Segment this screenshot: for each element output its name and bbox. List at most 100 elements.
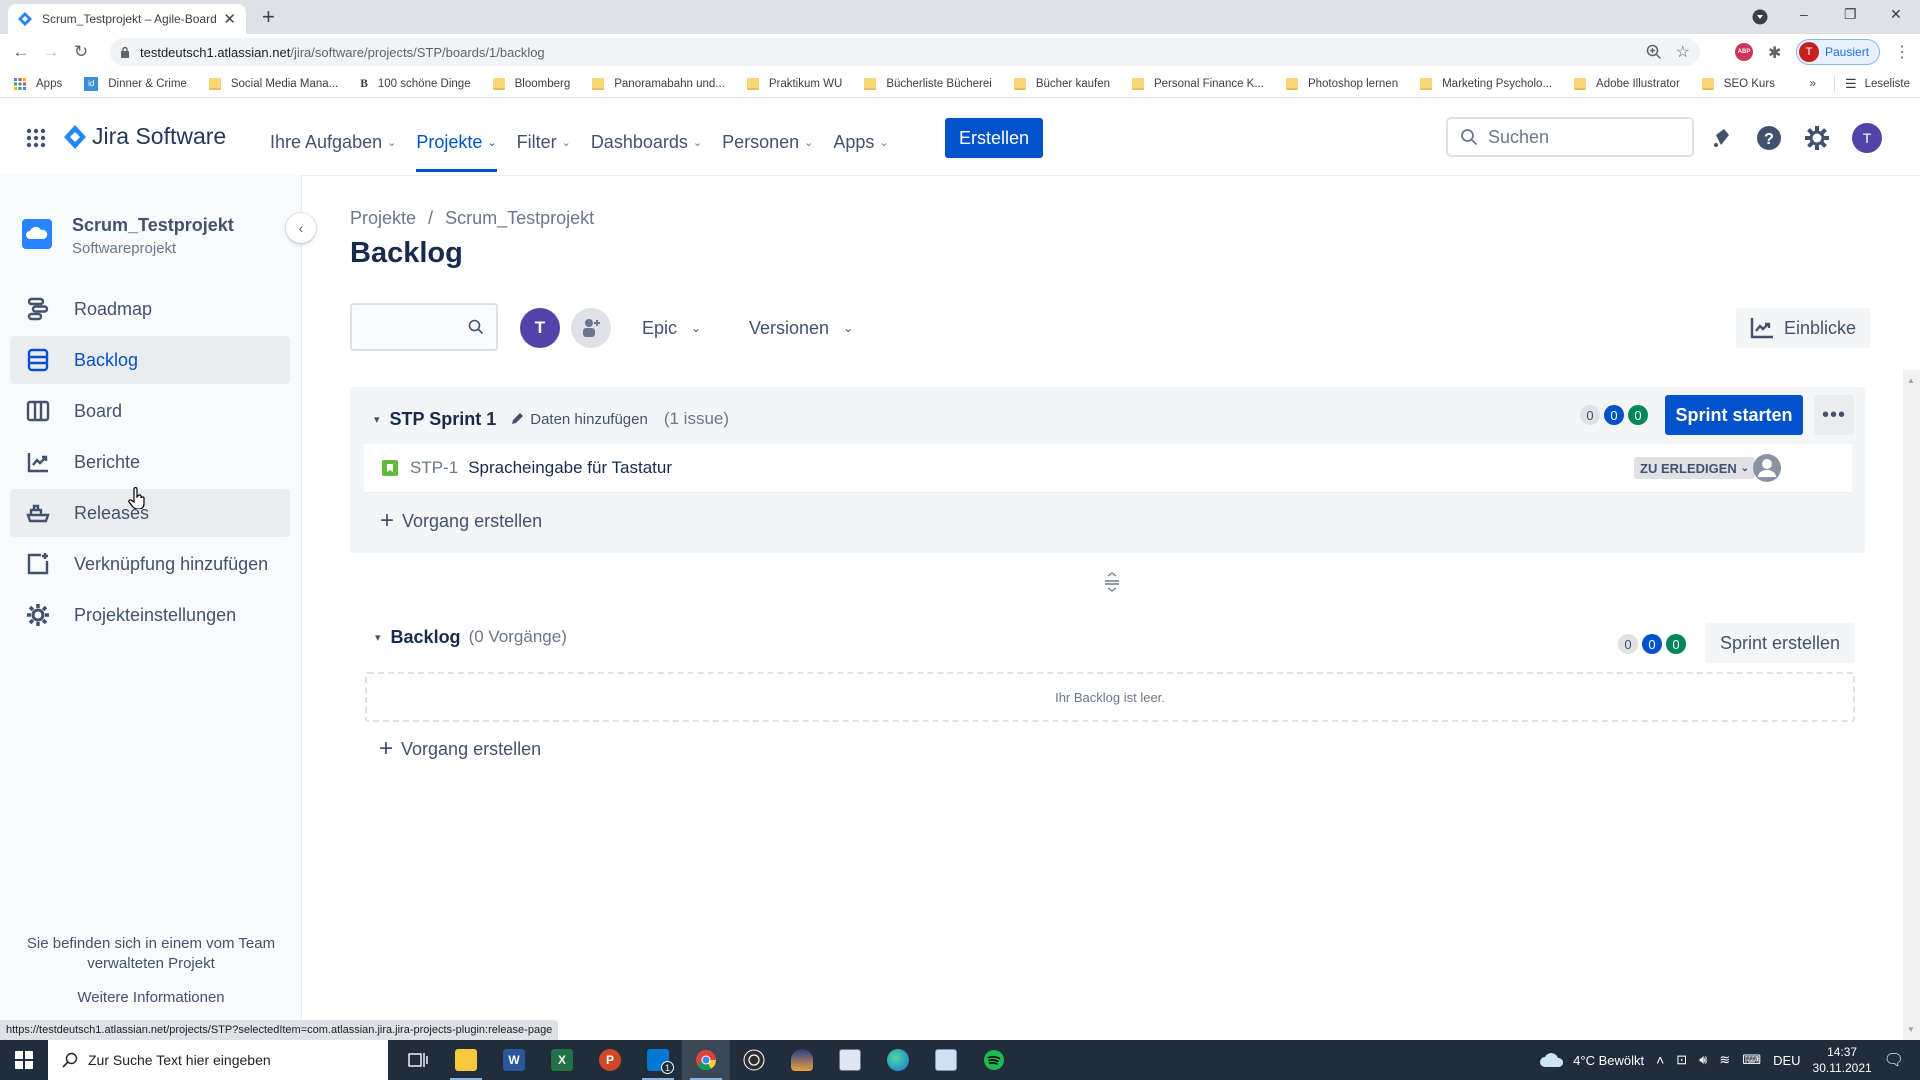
forward-button[interactable]: →	[36, 42, 66, 62]
extensions-puzzle-icon[interactable]: ✱	[1768, 43, 1781, 63]
more-info-link[interactable]: Weitere Informationen	[0, 988, 302, 1008]
sidebar-item-project-settings[interactable]: Projekteinstellungen	[10, 591, 290, 639]
start-sprint-button[interactable]: Sprint starten	[1665, 395, 1803, 435]
add-people-button[interactable]	[571, 308, 611, 348]
taskbar-chrome[interactable]	[682, 1040, 730, 1080]
reload-button[interactable]: ↻	[66, 42, 96, 62]
bookmarks-overflow-button[interactable]: »	[1810, 78, 1816, 90]
taskbar-obs[interactable]	[730, 1040, 778, 1080]
bookmark-folder[interactable]: Bücherliste Bücherei	[864, 77, 992, 90]
task-view-button[interactable]	[394, 1040, 442, 1080]
bookmark-folder[interactable]: SEO Kurs	[1701, 77, 1775, 90]
profile-button[interactable]: T Pausiert	[1796, 39, 1880, 65]
taskbar-word[interactable]: W	[490, 1040, 538, 1080]
page-scrollbar[interactable]: ▲ ▼	[1903, 370, 1920, 1040]
bookmark-folder[interactable]: Panoramabahn und...	[592, 77, 725, 90]
browser-tab[interactable]: Scrum_Testprojekt – Agile-Board ✕	[8, 4, 246, 34]
zoom-icon[interactable]	[1646, 44, 1662, 60]
sidebar-item-releases[interactable]: Releases	[10, 489, 290, 537]
taskbar-app[interactable]	[922, 1040, 970, 1080]
keyboard-icon[interactable]: ⌨	[1742, 1052, 1761, 1068]
backlog-search-input[interactable]	[350, 303, 498, 351]
nav-apps[interactable]: Apps ⌄	[833, 124, 888, 160]
scroll-down-arrow-icon[interactable]: ▼	[1907, 1025, 1915, 1034]
new-tab-button[interactable]: +	[262, 6, 275, 28]
bookmark-folder[interactable]: Bloomberg	[492, 77, 570, 90]
close-window-button[interactable]: ✕	[1890, 6, 1902, 23]
wifi-icon[interactable]: ≋	[1719, 1052, 1730, 1068]
jira-logo[interactable]: Jira Software	[64, 123, 226, 150]
create-issue-sprint-button[interactable]: + Vorgang erstellen	[380, 507, 542, 535]
issue-row[interactable]: STP-1 Spracheingabe für Tastatur ZU ERLE…	[364, 444, 1852, 493]
sidebar-item-backlog[interactable]: Backlog	[10, 336, 290, 384]
sidebar-item-add-shortcut[interactable]: Verknüpfung hinzufügen	[10, 540, 290, 588]
help-icon[interactable]: ?	[1756, 125, 1782, 151]
taskbar-excel[interactable]: X	[538, 1040, 586, 1080]
add-dates-button[interactable]: Daten hinzufügen	[510, 411, 648, 428]
assignee-filter-avatar[interactable]: T	[520, 308, 560, 348]
taskbar-mail[interactable]: 1	[634, 1040, 682, 1080]
collapse-backlog-chevron-icon[interactable]: ▾	[375, 631, 381, 644]
taskbar-powerpoint[interactable]: P	[586, 1040, 634, 1080]
show-hidden-icons-button[interactable]: ˄	[1656, 1052, 1664, 1068]
chrome-menu-icon[interactable]: ⋮	[1894, 42, 1910, 62]
insights-button[interactable]: Einblicke	[1736, 308, 1870, 348]
volume-icon[interactable]: 🔊︎	[1699, 1052, 1707, 1068]
issue-status-dropdown[interactable]: ZU ERLEDIGEN ⌄	[1634, 457, 1756, 479]
bookmark-folder[interactable]: Photoshop lernen	[1285, 77, 1398, 90]
sidebar-item-roadmap[interactable]: Roadmap	[10, 285, 290, 333]
create-issue-backlog-button[interactable]: + Vorgang erstellen	[379, 735, 541, 763]
epic-filter-dropdown[interactable]: Epic ⌄	[642, 311, 701, 345]
sprint-more-actions-button[interactable]: •••	[1814, 395, 1854, 435]
issue-key[interactable]: STP-1	[410, 458, 458, 478]
camera-icon[interactable]: ⊡	[1676, 1052, 1687, 1068]
bookmark-100-dinge[interactable]: B 100 schöne Dinge	[360, 78, 470, 90]
create-sprint-button[interactable]: Sprint erstellen	[1705, 623, 1855, 663]
bookmark-star-icon[interactable]: ☆	[1676, 42, 1690, 62]
nav-personen[interactable]: Personen ⌄	[722, 124, 813, 160]
create-button[interactable]: Erstellen	[945, 118, 1043, 158]
bookmark-folder[interactable]: Bücher kaufen	[1013, 77, 1110, 90]
collapse-sidebar-button[interactable]: ‹	[286, 213, 316, 243]
user-avatar[interactable]: T	[1852, 123, 1882, 153]
resize-handle-icon[interactable]	[1103, 571, 1121, 593]
app-switcher-icon[interactable]	[26, 128, 46, 148]
tab-close-icon[interactable]: ✕	[223, 10, 236, 28]
bookmark-apps[interactable]: Apps	[14, 77, 62, 90]
settings-gear-icon[interactable]	[1804, 125, 1830, 151]
sidebar-item-berichte[interactable]: Berichte	[10, 438, 290, 486]
sidebar-item-board[interactable]: Board	[10, 387, 290, 435]
restore-button[interactable]: ❐	[1844, 6, 1857, 23]
versions-filter-dropdown[interactable]: Versionen ⌄	[749, 311, 853, 345]
taskbar-app[interactable]	[778, 1040, 826, 1080]
bookmark-folder[interactable]: Personal Finance K...	[1131, 77, 1264, 90]
breadcrumb-project[interactable]: Scrum_Testprojekt	[445, 208, 594, 228]
bookmark-folder[interactable]: Marketing Psycholo...	[1420, 77, 1552, 90]
bookmark-folder[interactable]: Adobe Illustrator	[1574, 77, 1680, 90]
bookmark-dinner-crime[interactable]: id Dinner & Crime	[84, 76, 187, 91]
nav-ihre-aufgaben[interactable]: Ihre Aufgaben ⌄	[270, 124, 396, 160]
unassigned-avatar-icon[interactable]	[1752, 453, 1782, 483]
taskbar-file-explorer[interactable]	[442, 1040, 490, 1080]
profile-menu-icon[interactable]	[1752, 9, 1768, 25]
reading-list-button[interactable]: Leseliste	[1865, 78, 1910, 90]
taskbar-app[interactable]	[826, 1040, 874, 1080]
nav-dashboards[interactable]: Dashboards ⌄	[591, 124, 702, 160]
taskbar-edge[interactable]	[874, 1040, 922, 1080]
url-field[interactable]: testdeutsch1.atlassian.net/jira/software…	[110, 38, 1700, 66]
nav-filter[interactable]: Filter ⌄	[517, 124, 571, 160]
bookmark-folder[interactable]: Praktikum WU	[746, 77, 842, 90]
scroll-up-arrow-icon[interactable]: ▲	[1907, 376, 1915, 385]
minimize-button[interactable]: –	[1800, 6, 1808, 22]
notifications-center-icon[interactable]: 🗨︎	[1884, 1050, 1904, 1070]
notifications-bell-icon[interactable]	[1710, 126, 1734, 150]
back-button[interactable]: ←	[6, 42, 36, 62]
breadcrumb-projects[interactable]: Projekte	[350, 208, 416, 228]
clock[interactable]: 14:37 30.11.2021	[1813, 1044, 1872, 1076]
taskbar-spotify[interactable]	[970, 1040, 1018, 1080]
taskbar-search-input[interactable]: Zur Suche Text hier eingeben	[48, 1040, 388, 1080]
nav-projekte[interactable]: Projekte ⌄	[416, 124, 497, 172]
global-search-input[interactable]: Suchen	[1446, 117, 1694, 157]
project-header[interactable]: Scrum_Testprojekt Softwareprojekt	[22, 215, 234, 257]
adblock-extension-icon[interactable]: ABP	[1735, 43, 1753, 61]
